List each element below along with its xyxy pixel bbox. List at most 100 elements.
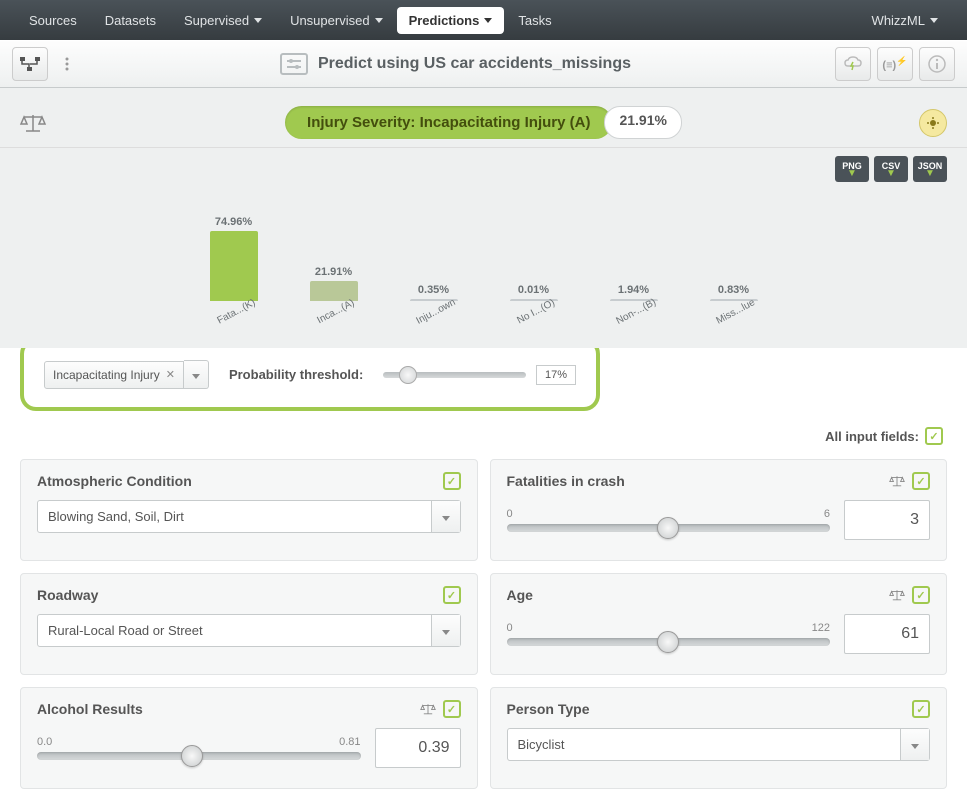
bar-label: Non-...(B) xyxy=(614,297,657,327)
field-panel-age: Age ✓ 0122 xyxy=(490,573,948,675)
slider-thumb[interactable] xyxy=(181,745,203,767)
field-panel-atmospheric-condition: Atmospheric Condition ✓ Blowing Sand, So… xyxy=(20,459,478,561)
scale-icon xyxy=(888,588,906,602)
threshold-value: 17% xyxy=(536,365,576,385)
field-toggle[interactable]: ✓ xyxy=(912,472,930,490)
settings-box-icon xyxy=(280,53,308,75)
field-toggle[interactable]: ✓ xyxy=(443,472,461,490)
field-title: Alcohol Results xyxy=(37,701,419,717)
bar-1: 21.91% Inca...(A) xyxy=(304,266,364,318)
nav-unsupervised[interactable]: Unsupervised xyxy=(276,5,397,36)
field-panel-person-type: Person Type ✓ Bicyclist xyxy=(490,687,948,789)
field-slider[interactable] xyxy=(507,638,831,646)
nav-whizzml[interactable]: WhizzML xyxy=(858,5,952,36)
prediction-header: Injury Severity: Incapacitating Injury (… xyxy=(0,88,967,148)
cloud-bolt-icon xyxy=(843,56,863,72)
field-title: Age xyxy=(507,587,889,603)
field-slider[interactable] xyxy=(507,524,831,532)
bar-rect xyxy=(210,231,258,301)
bar-label: Miss...lue xyxy=(715,297,757,327)
caret-icon xyxy=(484,18,492,23)
field-select-caret[interactable] xyxy=(431,615,460,646)
export-json-button[interactable]: JSON▼ xyxy=(913,156,947,182)
field-select-caret[interactable] xyxy=(431,501,460,532)
menu-icon xyxy=(60,57,74,71)
bar-value: 1.94% xyxy=(618,284,649,296)
field-toggle[interactable]: ✓ xyxy=(912,700,930,718)
nav-predictions[interactable]: Predictions xyxy=(397,7,505,34)
slider-min: 0 xyxy=(507,508,513,520)
field-slider[interactable] xyxy=(37,752,361,760)
export-png-button[interactable]: PNG▼ xyxy=(835,156,869,182)
field-title: Roadway xyxy=(37,587,443,603)
export-buttons: PNG▼ CSV▼ JSON▼ xyxy=(835,156,947,182)
bar-0: 74.96% Fata...(K) xyxy=(204,216,264,318)
field-value-input[interactable] xyxy=(844,614,930,654)
cloud-action-button[interactable] xyxy=(835,47,871,81)
threshold-slider-thumb[interactable] xyxy=(399,366,417,384)
all-fields-toggle[interactable]: ✓ xyxy=(925,427,943,445)
caret-icon xyxy=(930,18,938,23)
bar-value: 74.96% xyxy=(215,216,252,228)
bar-label: Inca...(A) xyxy=(316,297,357,326)
field-panel-fatalities-in-crash: Fatalities in crash ✓ 0 6 xyxy=(490,459,948,561)
field-title: Atmospheric Condition xyxy=(37,473,443,489)
field-toggle[interactable]: ✓ xyxy=(912,586,930,604)
slider-max: 6 xyxy=(824,508,830,520)
bar-2: 0.35% Inju...own xyxy=(404,284,464,318)
field-select[interactable]: Bicyclist xyxy=(507,728,931,761)
bar-value: 0.35% xyxy=(418,284,449,296)
menu-dots-button[interactable] xyxy=(58,47,76,81)
threshold-box: Incapacitating Injury ✕ Probability thre… xyxy=(20,338,600,411)
bar-5: 0.83% Miss...lue xyxy=(704,284,764,318)
threshold-class-caret[interactable] xyxy=(184,360,209,389)
scale-icon xyxy=(419,702,437,716)
caret-icon xyxy=(375,18,383,23)
info-button[interactable] xyxy=(919,47,955,81)
nav-tasks[interactable]: Tasks xyxy=(504,5,565,36)
field-select-value: Rural-Local Road or Street xyxy=(38,615,431,646)
bar-label: No I...(O) xyxy=(515,297,556,326)
page-title-wrap: Predict using US car accidents_missings xyxy=(86,53,825,75)
scale-icon xyxy=(888,474,906,488)
bar-value: 0.01% xyxy=(518,284,549,296)
info-icon xyxy=(927,54,947,74)
title-actions: (≡)⚡ xyxy=(835,47,955,81)
bar-3: 0.01% No I...(O) xyxy=(504,284,564,318)
network-icon xyxy=(19,56,41,72)
nav-datasets[interactable]: Datasets xyxy=(91,5,170,36)
field-value-input[interactable] xyxy=(844,500,930,540)
bar-label: Inju...own xyxy=(415,297,458,327)
all-input-fields-row: All input fields: ✓ xyxy=(0,421,967,459)
input-fields-grid: Atmospheric Condition ✓ Blowing Sand, So… xyxy=(0,459,967,809)
bar-4: 1.94% Non-...(B) xyxy=(604,284,664,318)
field-toggle[interactable]: ✓ xyxy=(443,586,461,604)
network-icon-button[interactable] xyxy=(12,47,48,81)
field-select[interactable]: Blowing Sand, Soil, Dirt xyxy=(37,500,461,533)
nav-sources[interactable]: Sources xyxy=(15,5,91,36)
prediction-pill: Injury Severity: Incapacitating Injury (… xyxy=(285,106,612,139)
field-toggle[interactable]: ✓ xyxy=(443,700,461,718)
toggle-view-button[interactable] xyxy=(919,109,947,137)
field-title: Fatalities in crash xyxy=(507,473,889,489)
field-title: Person Type xyxy=(507,701,913,717)
threshold-slider[interactable]: 17% xyxy=(383,365,576,385)
top-nav: Sources Datasets Supervised Unsupervised… xyxy=(0,0,967,40)
field-select-caret[interactable] xyxy=(900,729,929,760)
slider-max: 122 xyxy=(812,622,830,634)
threshold-class-select[interactable]: Incapacitating Injury ✕ xyxy=(44,360,209,389)
clear-class-button[interactable]: ✕ xyxy=(166,368,175,381)
field-panel-roadway: Roadway ✓ Rural-Local Road or Street xyxy=(20,573,478,675)
nav-supervised[interactable]: Supervised xyxy=(170,5,276,36)
sun-icon xyxy=(926,116,940,130)
field-select-value: Bicyclist xyxy=(508,729,901,760)
field-value-input[interactable] xyxy=(375,728,461,768)
bar-label: Fata...(K) xyxy=(215,297,257,326)
slider-thumb[interactable] xyxy=(657,631,679,653)
field-select[interactable]: Rural-Local Road or Street xyxy=(37,614,461,647)
export-csv-button[interactable]: CSV▼ xyxy=(874,156,908,182)
slider-thumb[interactable] xyxy=(657,517,679,539)
code-action-button[interactable]: (≡)⚡ xyxy=(877,47,913,81)
scale-icon xyxy=(18,112,48,134)
slider-min: 0.0 xyxy=(37,736,52,748)
